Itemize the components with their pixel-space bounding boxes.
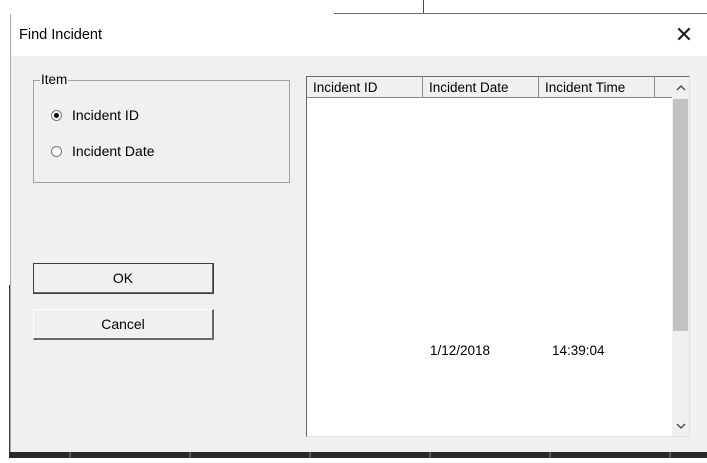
column-header-spacer [655, 77, 673, 98]
background-strip [9, 452, 707, 458]
radio-button[interactable] [51, 145, 62, 157]
title-bar[interactable]: Find Incident ✕ [11, 14, 707, 56]
item-groupbox [33, 80, 290, 183]
vertical-scrollbar[interactable] [672, 77, 689, 436]
incident-list[interactable]: Incident ID Incident Date Incident Time … [306, 76, 690, 437]
radio-button-checked[interactable] [51, 109, 62, 121]
scroll-up-button[interactable] [672, 77, 689, 98]
radio-label: Incident Date [72, 143, 155, 159]
ok-button[interactable]: OK [33, 263, 214, 294]
radio-incident-id[interactable]: Incident ID [51, 107, 139, 123]
chevron-down-icon [676, 423, 685, 429]
cancel-button[interactable]: Cancel [33, 309, 214, 340]
chevron-up-icon [676, 84, 685, 90]
list-header: Incident ID Incident Date Incident Time [307, 77, 673, 98]
list-item[interactable]: 1/12/2018 14:39:04 [307, 343, 673, 361]
dialog-title: Find Incident [19, 27, 103, 43]
item-group-legend: Item [40, 72, 69, 87]
find-incident-dialog: Find Incident ✕ Item Incident ID Inciden… [10, 14, 707, 452]
background-line [423, 0, 424, 14]
close-button[interactable]: ✕ [661, 14, 707, 56]
radio-label: Incident ID [72, 107, 139, 123]
column-header-incident-date[interactable]: Incident Date [423, 77, 539, 98]
scrollbar-thumb[interactable] [673, 99, 688, 331]
column-header-incident-id[interactable]: Incident ID [307, 77, 423, 98]
column-header-incident-time[interactable]: Incident Time [539, 77, 655, 98]
scroll-down-button[interactable] [672, 415, 689, 436]
cell-incident-date: 1/12/2018 [430, 343, 491, 358]
cell-incident-time: 14:39:04 [552, 343, 605, 358]
close-icon: ✕ [674, 22, 694, 48]
radio-incident-date[interactable]: Incident Date [51, 143, 155, 159]
